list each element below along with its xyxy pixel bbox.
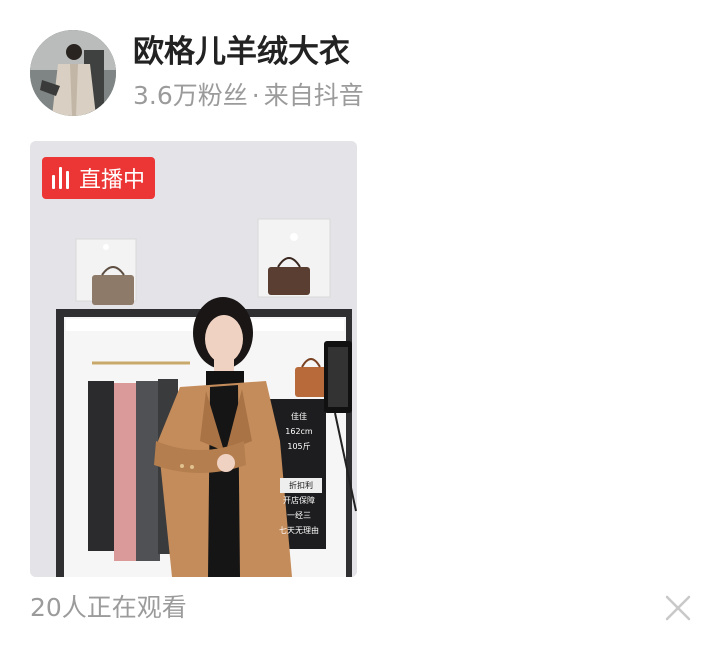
live-bars-icon bbox=[52, 167, 69, 189]
sign-line: 105斤 bbox=[287, 442, 311, 451]
sign-line: 开店保障 bbox=[283, 496, 315, 505]
viewer-count: 20人正在观看 bbox=[30, 593, 187, 622]
live-badge: 直播中 bbox=[42, 157, 156, 199]
source-label: 来自抖音 bbox=[263, 81, 364, 110]
sign-line: 佳佳 bbox=[291, 412, 307, 421]
sign-line: 162cm bbox=[285, 427, 313, 436]
live-stream-thumbnail[interactable]: 直播中 佳佳 162cm 105斤 折扣利 开店保障 一经三 七天无理由 bbox=[30, 141, 357, 577]
sign-line: 一经三 bbox=[287, 511, 311, 520]
account-avatar[interactable] bbox=[30, 30, 116, 116]
close-icon[interactable] bbox=[662, 592, 694, 624]
sign-board-text: 佳佳 162cm 105斤 折扣利 开店保障 一经三 七天无理由 bbox=[274, 409, 324, 538]
account-meta: 3.6万粉丝 · 来自抖音 bbox=[133, 78, 364, 114]
live-badge-label: 直播中 bbox=[79, 168, 146, 193]
sign-line: 折扣利 bbox=[280, 478, 322, 493]
account-name[interactable]: 欧格儿羊绒大衣 bbox=[133, 30, 350, 74]
avatar-image bbox=[30, 30, 116, 116]
sign-line: 七天无理由 bbox=[279, 526, 319, 535]
meta-separator: · bbox=[251, 81, 260, 110]
follower-count: 3.6万粉丝 bbox=[133, 81, 248, 110]
